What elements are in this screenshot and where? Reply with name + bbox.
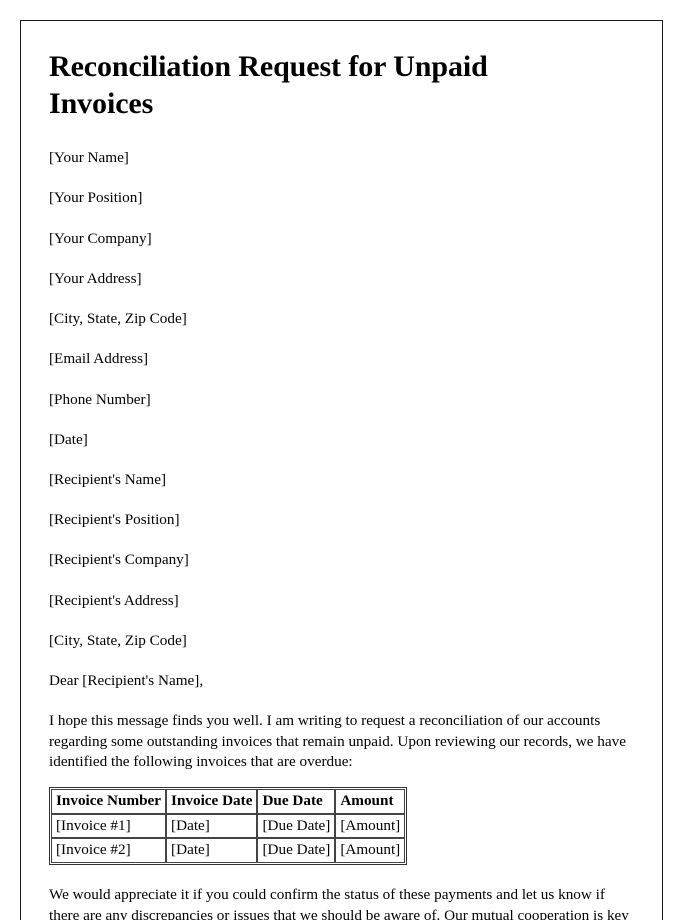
cell-amount: [Amount] [335,813,406,839]
sender-line-name: [Your Name] [49,149,129,167]
cell-invoice-date: [Date] [166,813,258,839]
table-row: [Invoice #1] [Date] [Due Date] [Amount] [51,813,406,839]
recipient-address-block: [Recipient's Name] [Recipient's Position… [49,470,634,651]
column-header-due-date: Due Date [257,788,336,814]
column-header-amount: Amount [335,788,406,814]
document-page: Reconciliation Request for Unpaid Invoic… [20,20,663,920]
sender-line-company: [Your Company] [49,229,152,247]
table-header-row: Invoice Number Invoice Date Due Date Amo… [51,788,406,814]
recipient-line-address: [Recipient's Address] [49,591,179,609]
cell-amount: [Amount] [335,838,406,864]
invoice-table-body: [Invoice #1] [Date] [Due Date] [Amount] … [51,813,406,864]
confirmation-paragraph: We would appreciate it if you could conf… [49,886,629,920]
sender-line-position: [Your Position] [49,189,143,207]
cell-invoice-number: [Invoice #1] [51,813,167,839]
recipient-line-name: [Recipient's Name] [49,470,167,488]
recipient-line-city: [City, State, Zip Code] [49,631,187,649]
cell-due-date: [Due Date] [257,838,336,864]
recipient-line-company: [Recipient's Company] [49,551,189,569]
sender-address-block: [Your Name] [Your Position] [Your Compan… [49,148,634,410]
sender-line-address: [Your Address] [49,269,142,287]
recipient-line-position: [Recipient's Position] [49,511,180,529]
page-title: Reconciliation Request for Unpaid Invoic… [49,50,488,120]
cell-due-date: [Due Date] [257,813,336,839]
column-header-invoice-date: Invoice Date [166,788,258,814]
invoice-table: Invoice Number Invoice Date Due Date Amo… [49,786,408,866]
cell-invoice-number: [Invoice #2] [51,838,167,864]
document-body: Reconciliation Request for Unpaid Invoic… [21,21,662,920]
sender-line-city: [City, State, Zip Code] [49,310,187,328]
table-row: [Invoice #2] [Date] [Due Date] [Amount] [51,838,406,864]
invoice-table-head: Invoice Number Invoice Date Due Date Amo… [51,788,406,814]
salutation: Dear [Recipient's Name], [49,672,204,690]
column-header-invoice-number: Invoice Number [51,788,167,814]
cell-invoice-date: [Date] [166,838,258,864]
date-line: [Date] [49,430,88,448]
sender-line-email: [Email Address] [49,350,149,368]
intro-paragraph: I hope this message finds you well. I am… [49,712,626,771]
sender-line-phone: [Phone Number] [49,390,151,408]
